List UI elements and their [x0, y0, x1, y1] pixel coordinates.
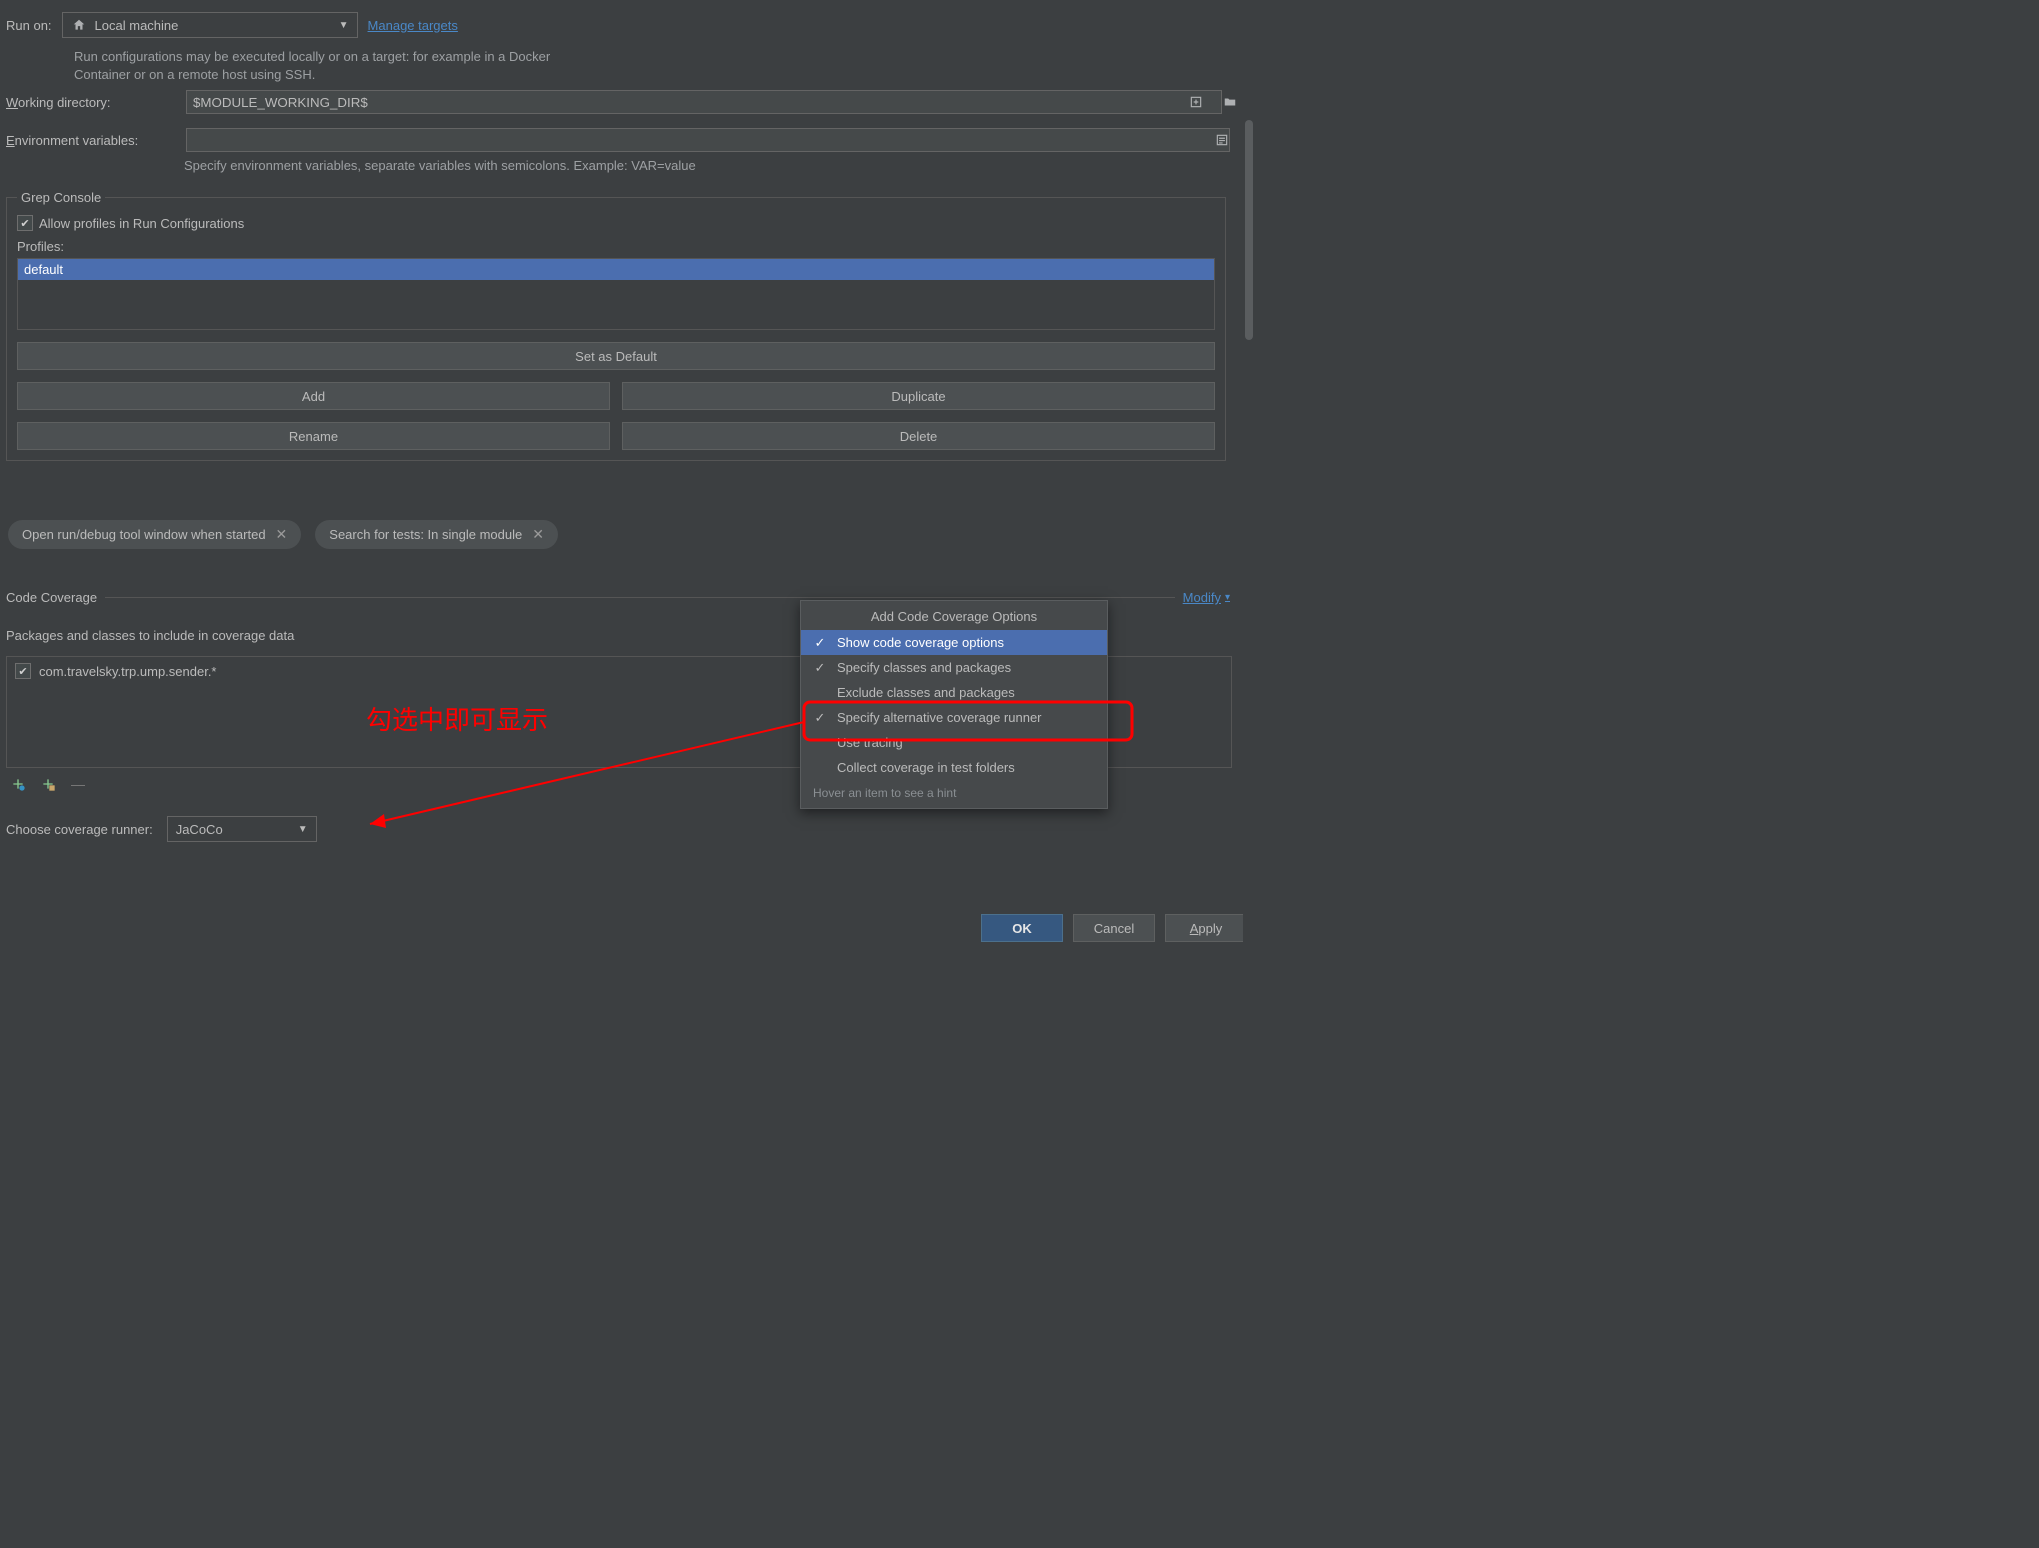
code-coverage-label: Code Coverage [6, 590, 97, 605]
popup-item-use-tracing[interactable]: Use tracing [801, 730, 1107, 755]
popup-item-label: Specify alternative coverage runner [837, 710, 1042, 725]
check-icon: ✓ [813, 660, 827, 676]
run-on-label: Run on: [6, 18, 52, 33]
env-vars-browse-icon[interactable] [1214, 132, 1230, 148]
popup-item-collect-folders[interactable]: Collect coverage in test folders [801, 755, 1107, 780]
chevron-down-icon: ▼ [339, 20, 349, 31]
profiles-list[interactable]: default [17, 258, 1215, 330]
check-icon: ✓ [813, 635, 827, 651]
allow-profiles-checkbox[interactable]: ✔ Allow profiles in Run Configurations [17, 215, 1215, 231]
ok-button[interactable]: OK [981, 914, 1063, 942]
checkbox-checked-icon[interactable]: ✔ [15, 663, 31, 679]
grep-console-section: Grep Console ✔ Allow profiles in Run Con… [6, 190, 1226, 461]
popup-item-label: Specify classes and packages [837, 660, 1011, 675]
cancel-button[interactable]: Cancel [1073, 914, 1155, 942]
choose-runner-label: Choose coverage runner: [6, 822, 153, 837]
delete-button[interactable]: Delete [622, 422, 1215, 450]
chevron-down-icon: ▾ [1225, 592, 1230, 603]
popup-item-label: Collect coverage in test folders [837, 760, 1015, 775]
choose-runner-value: JaCoCo [176, 822, 223, 837]
profile-item-default[interactable]: default [18, 259, 1214, 280]
modify-link[interactable]: Modify ▾ [1183, 590, 1230, 605]
package-entry-text: com.travelsky.trp.ump.sender.* [39, 664, 217, 679]
working-dir-input[interactable] [186, 90, 1222, 114]
popup-item-specify-classes[interactable]: ✓ Specify classes and packages [801, 655, 1107, 680]
apply-button[interactable]: Apply [1165, 914, 1247, 942]
remove-icon[interactable]: — [70, 776, 86, 792]
popup-hint: Hover an item to see a hint [801, 780, 1107, 802]
coverage-options-popup: Add Code Coverage Options ✓ Show code cov… [800, 600, 1108, 809]
popup-item-label: Exclude classes and packages [837, 685, 1015, 700]
scrollbar-thumb[interactable] [1245, 120, 1253, 340]
insert-macro-icon[interactable] [1188, 94, 1204, 110]
set-default-button[interactable]: Set as Default [17, 342, 1215, 370]
run-on-combo[interactable]: Local machine ▼ [62, 12, 358, 38]
rename-button[interactable]: Rename [17, 422, 610, 450]
tag-search-tests[interactable]: Search for tests: In single module ✕ [315, 520, 558, 549]
popup-item-specify-runner[interactable]: ✓ Specify alternative coverage runner [801, 705, 1107, 730]
popup-item-show-options[interactable]: ✓ Show code coverage options [801, 630, 1107, 655]
tag-open-tool-window[interactable]: Open run/debug tool window when started … [8, 520, 301, 549]
grep-console-legend: Grep Console [17, 190, 105, 205]
popup-item-exclude-classes[interactable]: Exclude classes and packages [801, 680, 1107, 705]
add-class-icon[interactable] [10, 776, 26, 792]
home-icon [71, 17, 87, 33]
run-on-hint: Run configurations may be executed local… [74, 48, 564, 84]
packages-label: Packages and classes to include in cover… [6, 628, 294, 643]
dialog-button-bar: OK Cancel Apply [981, 914, 1247, 942]
close-icon[interactable]: ✕ [276, 526, 288, 543]
tag-label: Open run/debug tool window when started [22, 527, 266, 542]
duplicate-button[interactable]: Duplicate [622, 382, 1215, 410]
popup-item-label: Use tracing [837, 735, 903, 750]
chevron-down-icon: ▼ [298, 824, 308, 835]
run-on-value: Local machine [95, 18, 179, 33]
popup-title: Add Code Coverage Options [801, 605, 1107, 630]
working-dir-label: Working directory: [6, 95, 176, 110]
allow-profiles-label: Allow profiles in Run Configurations [39, 216, 244, 231]
add-button[interactable]: Add [17, 382, 610, 410]
manage-targets-link[interactable]: Manage targets [368, 18, 458, 33]
add-package-icon[interactable] [40, 776, 56, 792]
env-vars-input[interactable] [186, 128, 1230, 152]
vertical-scrollbar[interactable] [1243, 0, 1255, 948]
close-icon[interactable]: ✕ [532, 526, 544, 543]
annotation-text: 勾选中即可显示 [366, 700, 548, 737]
browse-folder-icon[interactable] [1222, 94, 1238, 110]
popup-item-label: Show code coverage options [837, 635, 1004, 650]
checkbox-checked-icon: ✔ [17, 215, 33, 231]
env-vars-hint: Specify environment variables, separate … [184, 158, 696, 173]
divider [105, 597, 1175, 598]
tag-label: Search for tests: In single module [329, 527, 522, 542]
choose-runner-combo[interactable]: JaCoCo ▼ [167, 816, 317, 842]
modify-label: Modify [1183, 590, 1221, 605]
env-vars-label: Environment variables: [6, 133, 176, 148]
profiles-label: Profiles: [17, 239, 1215, 254]
check-icon: ✓ [813, 710, 827, 726]
